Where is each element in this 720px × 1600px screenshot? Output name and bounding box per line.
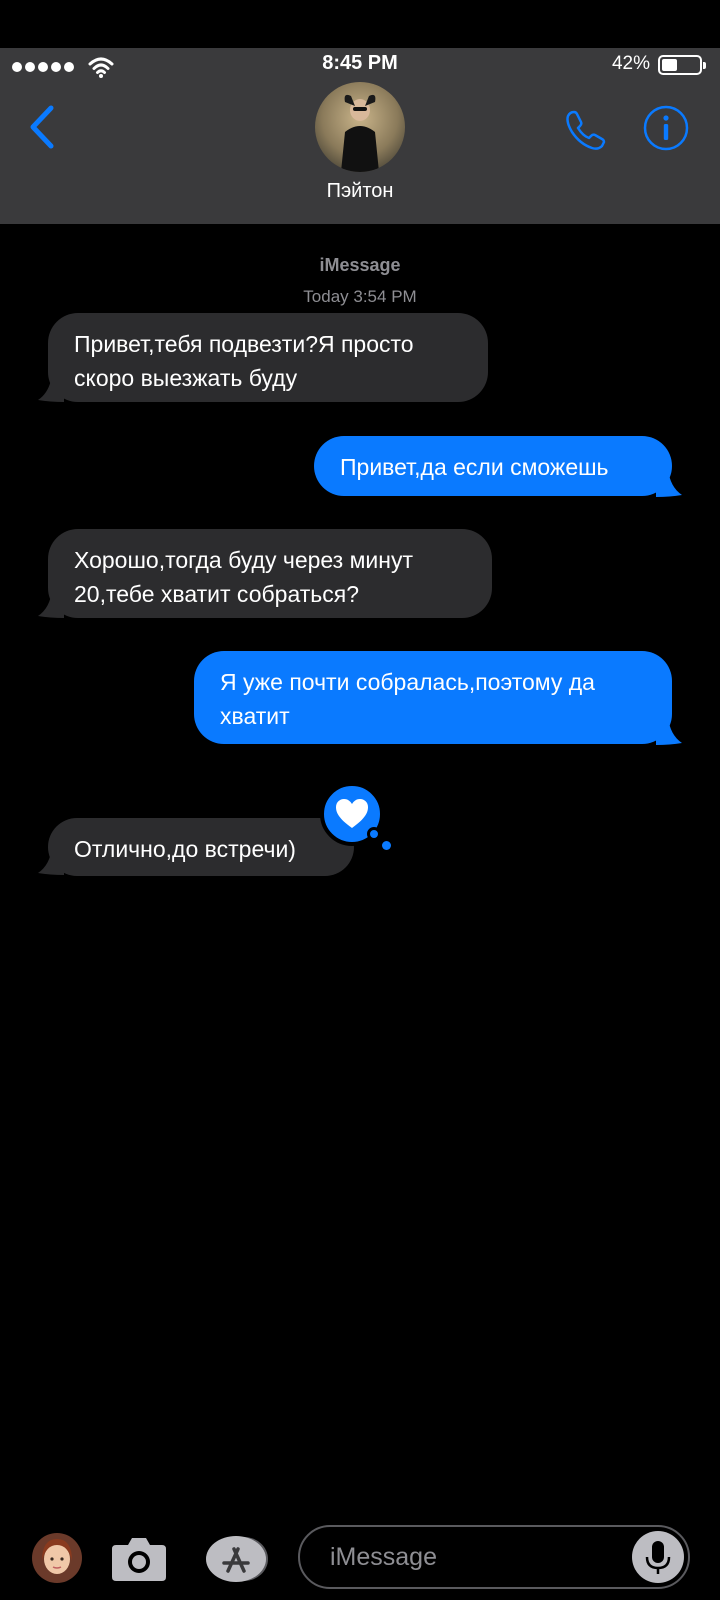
message-line: скоро выезжать буду: [74, 365, 298, 391]
top-spacer: [0, 0, 720, 48]
message-line: Я уже почти собралась,поэтому да: [220, 669, 595, 695]
contact-name[interactable]: Пэйтон: [0, 180, 720, 203]
bubble-tail: [38, 847, 64, 875]
composer-bar: iMessage: [0, 1520, 720, 1600]
message-input-placeholder: iMessage: [330, 1543, 437, 1571]
service-label: iMessage: [319, 255, 401, 275]
bubble-tail: [656, 717, 682, 745]
microphone-button[interactable]: [632, 1531, 684, 1583]
bubble-tail: [38, 590, 64, 618]
message-bubble-outgoing[interactable]: Привет,да если сможешь: [314, 436, 672, 496]
tapback-tail-dot: [367, 827, 381, 841]
message-line: 20,тебе хватит собраться?: [74, 581, 359, 607]
app-store-icon[interactable]: [204, 1535, 270, 1583]
info-icon[interactable]: [642, 104, 690, 152]
conversation-header: 8:45 PM 42% Пэйтон: [0, 48, 720, 224]
battery-percent: 42%: [611, 53, 650, 74]
message-line: Хорошо,тогда буду через минут: [74, 547, 414, 573]
camera-icon[interactable]: [110, 1533, 168, 1583]
back-chevron-icon[interactable]: [26, 104, 58, 150]
memoji-avatar-button[interactable]: [32, 1533, 82, 1583]
bubble-tail: [38, 374, 64, 402]
thread-timestamp: Today 3:54 PM: [303, 287, 417, 306]
message-bubble-incoming[interactable]: Отлично,до встречи): [48, 818, 354, 876]
bubble-tail: [656, 469, 682, 497]
message-line: Привет,тебя подвезти?Я просто: [74, 331, 414, 357]
phone-icon[interactable]: [562, 106, 610, 154]
message-bubble-incoming[interactable]: Привет,тебя подвезти?Я просто скоро выез…: [48, 313, 488, 402]
message-bubble-outgoing[interactable]: Я уже почти собралась,поэтому да хватит: [194, 651, 672, 744]
message-input[interactable]: iMessage: [298, 1525, 690, 1589]
message-line: Привет,да если сможешь: [340, 454, 609, 480]
contact-avatar[interactable]: [315, 82, 405, 172]
message-line: Отлично,до встречи): [74, 836, 296, 862]
battery-icon: [658, 55, 706, 75]
message-bubble-incoming[interactable]: Хорошо,тогда буду через минут 20,тебе хв…: [48, 529, 492, 618]
message-line: хватит: [220, 703, 290, 729]
status-bar: 8:45 PM 42%: [0, 48, 720, 82]
tapback-tail-dot: [382, 841, 391, 850]
microphone-icon: [645, 1541, 671, 1574]
